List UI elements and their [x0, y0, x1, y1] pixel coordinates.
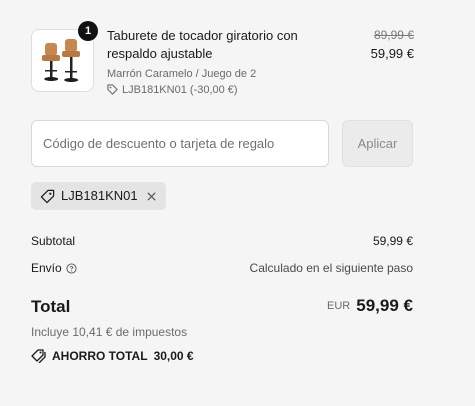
product-variant: Marrón Caramelo / Juego de 2 — [107, 68, 257, 80]
shipping-row: Envío Calculado en el siguiente paso — [31, 261, 413, 277]
subtotal-value: 59,99 € — [372, 234, 413, 248]
product-discount-label: LJB181KN01 (-30,00 €) — [122, 84, 238, 96]
savings-value: 30,00 € — [153, 349, 194, 363]
savings-label: AHORRO TOTAL — [52, 349, 148, 363]
close-icon[interactable] — [146, 190, 157, 205]
shipping-label: Envío — [31, 261, 62, 275]
tag-icon — [40, 189, 55, 207]
taxes-note: Incluye 10,41 € de impuestos — [31, 325, 188, 339]
tags-icon — [31, 349, 47, 366]
subtotal-label: Subtotal — [31, 234, 76, 248]
total-savings: AHORRO TOTAL 30,00 € — [31, 349, 194, 366]
shipping-value: Calculado en el siguiente paso — [249, 261, 413, 275]
subtotal-row: Subtotal 59,99 € — [31, 234, 413, 248]
total-value: 59,99 € — [356, 296, 413, 315]
product-discount: LJB181KN01 (-30,00 €) — [107, 83, 238, 99]
currency-code: EUR — [327, 300, 351, 312]
discount-code-input[interactable] — [31, 120, 329, 167]
total-label: Total — [31, 297, 71, 316]
applied-discount-code: LJB181KN01 — [61, 188, 138, 203]
total-price: EUR 59,99 € — [327, 296, 413, 316]
product-title: Taburete de tocador giratorio con respal… — [107, 28, 298, 61]
original-price: 89,99 € — [373, 28, 414, 42]
help-icon[interactable] — [66, 263, 77, 277]
apply-button[interactable]: Aplicar — [342, 120, 413, 167]
cart-line-item: 1 Taburete de tocador giratorio con resp… — [31, 21, 414, 96]
product-price: 59,99 € — [370, 46, 414, 61]
quantity-badge: 1 — [78, 21, 98, 41]
applied-discount-chip: LJB181KN01 — [31, 182, 166, 210]
tag-icon — [107, 84, 118, 99]
